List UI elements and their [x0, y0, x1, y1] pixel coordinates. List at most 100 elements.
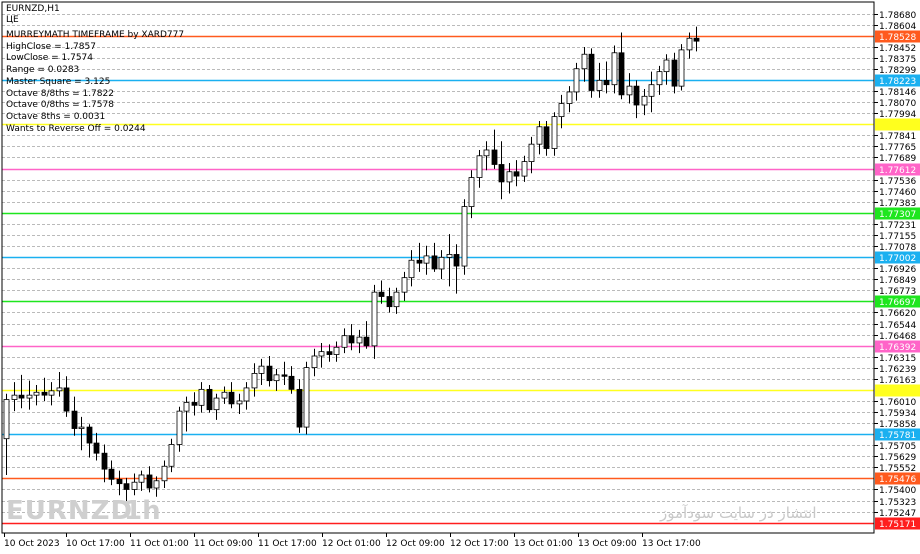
- time-tick-label: 13 Oct 17:00: [642, 539, 701, 549]
- murrey-level-label: 1.75476: [879, 475, 916, 485]
- price-tick-label: 1.77460: [879, 188, 916, 198]
- candle-body-bull: [198, 388, 205, 406]
- price-tick-label: 1.78375: [879, 55, 916, 65]
- candle-body-bear: [431, 255, 438, 270]
- candle-body-bull: [528, 143, 535, 162]
- candle-body-bull: [243, 387, 250, 402]
- price-tick-label: 1.76315: [879, 354, 916, 364]
- price-tick-label: 1.76926: [879, 265, 916, 275]
- candle-body-bear: [41, 391, 48, 396]
- info-range: Range = 0.0283: [6, 65, 80, 76]
- time-tick-label: 13 Oct 09:00: [578, 539, 637, 549]
- chart-background: [0, 0, 920, 554]
- price-tick-label: 1.77536: [879, 177, 916, 187]
- candle-body-bull: [48, 390, 55, 396]
- candle-body-bull: [3, 399, 10, 440]
- price-tick-label: 1.78680: [879, 11, 916, 21]
- candle-body-bull: [33, 391, 40, 396]
- candle-body-bull: [686, 37, 693, 51]
- candle-body-bull: [551, 116, 558, 149]
- candle-body-bear: [116, 478, 123, 485]
- candle-body-bear: [693, 37, 700, 42]
- price-tick-label: 1.75629: [879, 453, 916, 463]
- time-tick-label: 12 Oct 17:00: [450, 539, 509, 549]
- price-tick-label: 1.76620: [879, 309, 916, 319]
- time-tick-label: 10 Oct 2023: [4, 539, 60, 549]
- info-octave-8ths: Octave 8ths = 0.0031: [6, 111, 106, 122]
- candle-body-bull: [11, 394, 18, 400]
- price-tick-label: 1.76010: [879, 398, 916, 408]
- candle-body-bear: [491, 149, 498, 165]
- candle-body-bear: [108, 468, 115, 480]
- chart-symbol-title: EURNZD,H1: [6, 4, 60, 14]
- price-tick-label: 1.77155: [879, 232, 916, 242]
- candle: [206, 385, 213, 413]
- candle-body-bear: [453, 254, 460, 267]
- candle-body-bull: [401, 277, 408, 293]
- candle-body-bull: [341, 335, 348, 348]
- candle-body-bull: [56, 387, 63, 392]
- time-tick-label: 11 Oct 01:00: [130, 539, 189, 549]
- candle-body-bull: [138, 474, 145, 483]
- candle-body-bull: [566, 91, 573, 104]
- candle-body-bull: [273, 374, 280, 382]
- candle-body-bull: [678, 49, 685, 87]
- candle-body-bull: [446, 254, 453, 258]
- candle-body-bull: [581, 53, 588, 70]
- candle-body-bear: [543, 126, 550, 149]
- candle-body-bear: [386, 296, 393, 308]
- candle-body-bear: [266, 365, 273, 382]
- candle-body-bull: [78, 426, 85, 429]
- candle-body-bear: [146, 474, 153, 489]
- candle-body-bear: [498, 164, 505, 183]
- candle-body-bull: [626, 85, 633, 96]
- price-tick-label: 1.77689: [879, 154, 916, 164]
- candle-body-bull: [656, 71, 663, 86]
- candle-body-bear: [101, 452, 108, 470]
- candle-body-bear: [513, 171, 520, 177]
- candle-body-bear: [416, 259, 423, 264]
- indicator-tag: ЦЕ: [6, 15, 19, 25]
- time-tick-label: 11 Oct 09:00: [194, 539, 253, 549]
- candle-body-bear: [86, 426, 93, 444]
- candle-body-bull: [153, 480, 160, 489]
- info-octave-8-8ths: Octave 8/8ths = 1.7822: [6, 88, 114, 99]
- candle-body-bull: [611, 52, 618, 86]
- murrey-level-tag: [875, 118, 920, 131]
- price-axis: 1.786801.786041.784521.783751.782991.781…: [874, 11, 920, 530]
- candle-body-bull: [221, 391, 228, 399]
- info-indicator-name: MURREYMATH TIMEFRAME by XARD777: [6, 30, 185, 40]
- candle-body-bull: [558, 103, 565, 118]
- candle-body-bull: [318, 351, 325, 357]
- murrey-level-label: 1.75781: [879, 431, 916, 441]
- candle-body-bear: [206, 388, 213, 411]
- time-tick-label: 10 Oct 17:00: [66, 539, 125, 549]
- candle: [303, 361, 310, 435]
- candle-body-bear: [348, 335, 355, 344]
- candle-body-bull: [521, 161, 528, 177]
- candle-body-bull: [303, 367, 310, 428]
- candle-body-bull: [393, 291, 400, 308]
- price-tick-label: 1.75934: [879, 409, 916, 419]
- candle-body-bull: [213, 397, 220, 411]
- price-tick-label: 1.77765: [879, 143, 916, 153]
- candle-body-bull: [258, 365, 265, 374]
- price-chart[interactable]: 1.786801.786041.784521.783751.782991.781…: [0, 0, 920, 554]
- candle-body-bull: [236, 400, 243, 405]
- murrey-level-label: 1.77002: [879, 254, 916, 264]
- info-octave-0-8ths: Octave 0/8ths = 1.7578: [6, 100, 114, 111]
- candle-body-bear: [93, 442, 100, 454]
- candle-body-bull: [26, 394, 33, 399]
- candle-body-bull: [641, 95, 648, 106]
- price-tick-label: 1.76239: [879, 365, 916, 375]
- candle-body-bull: [311, 355, 318, 369]
- candle-body-bear: [123, 483, 130, 490]
- price-tick-label: 1.78146: [879, 88, 916, 98]
- murrey-level-label: 1.76392: [879, 343, 916, 353]
- murrey-level-tag: [875, 384, 920, 397]
- candle-body-bull: [648, 84, 655, 97]
- info-wants-to-reverse: Wants to Reverse Off = 0.0244: [6, 123, 146, 134]
- candle-body-bear: [71, 410, 78, 429]
- candle-body-bull: [461, 206, 468, 267]
- candle-body-bear: [281, 374, 288, 377]
